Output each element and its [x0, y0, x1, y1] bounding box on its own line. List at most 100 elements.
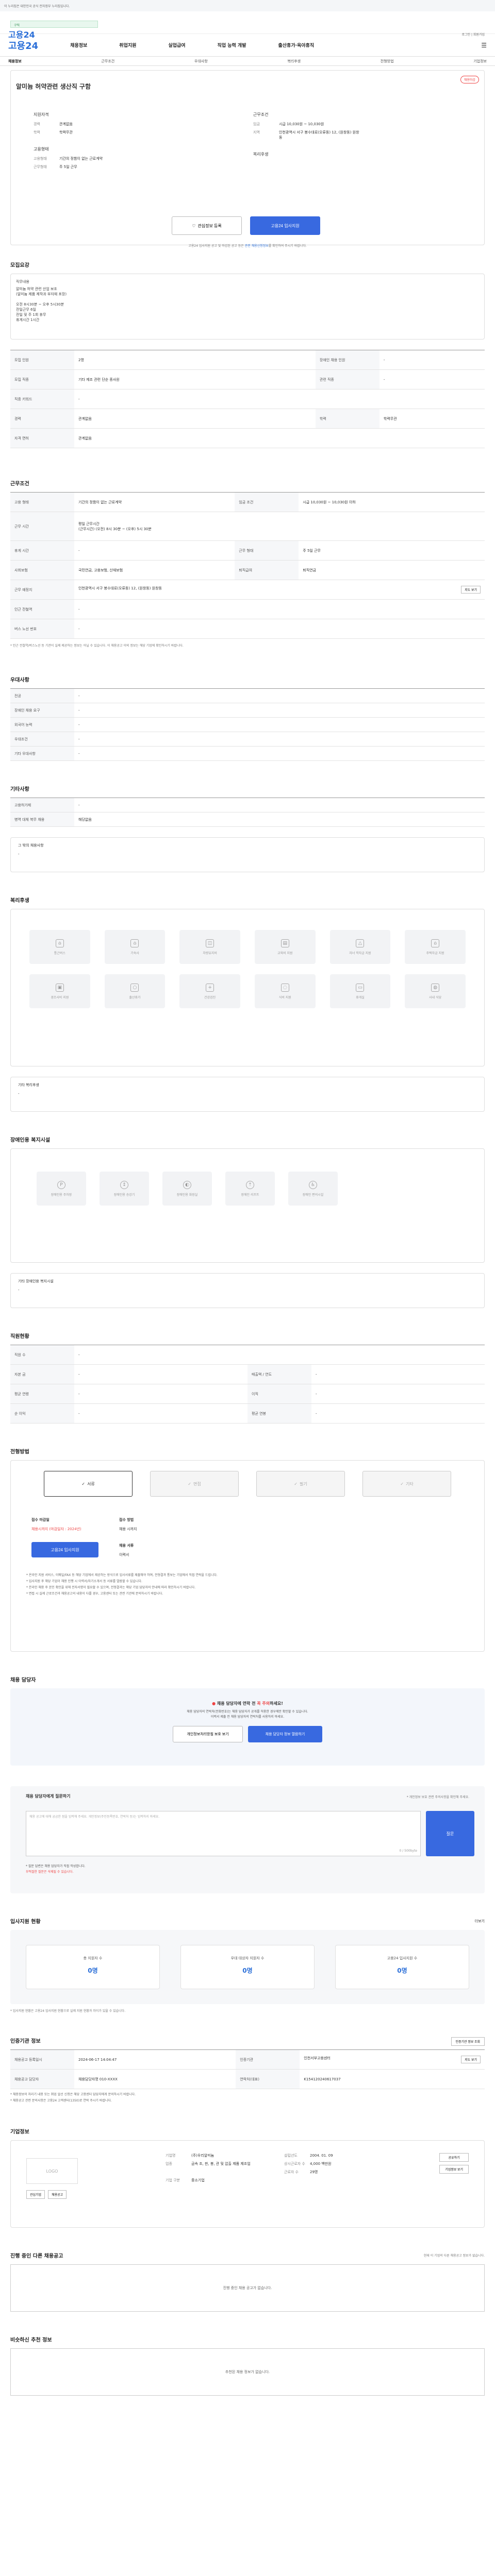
- row-label: 평균 연령: [10, 1384, 74, 1404]
- apply-button-2[interactable]: 고용24 입사지원: [31, 1542, 98, 1557]
- row-value: 기간의 정함이 없는 근로계약: [74, 492, 235, 512]
- warn-emphasis: 꼭 주의: [257, 1701, 270, 1706]
- label: 기업 구분: [166, 2178, 180, 2182]
- agency-table: 채용공고 등록일시 2024-06-17 14:04:47 인증기관 인천서부고용센터…: [10, 2049, 485, 2089]
- summary-note: 고용24 입사지원 공고 및 마감된 공고 등은 관련 채용신청정보를 확인하여…: [11, 243, 484, 248]
- gov-banner: 이 누리집은 대한민국 공식 전자정부 누리집입니다.: [0, 0, 495, 11]
- label: 지역: [253, 130, 260, 134]
- menu-icon[interactable]: ☰: [481, 42, 487, 49]
- view-manager-button[interactable]: 채용 담당자 정보 열람하기: [248, 1726, 322, 1742]
- table-row: 채용공고 담당자 채용담당자명 010-XXXX 연락처(대표) K154120240…: [10, 2069, 485, 2089]
- benefit-item: + 건강검진: [179, 974, 240, 1008]
- util-links[interactable]: 로그인 | 회원가입: [462, 32, 485, 37]
- row-value: 2명: [74, 350, 316, 370]
- company-detail-button[interactable]: 기업정보 보기: [439, 2165, 469, 2174]
- tab-conditions[interactable]: 근무조건: [101, 59, 114, 64]
- facilities-other-box: 기타 장애인용 복지시설 -: [10, 1273, 485, 1308]
- benefit-item: ◍ 사내 식당: [405, 974, 466, 1008]
- save-interest-button[interactable]: ♡ 관심정보 등록: [172, 216, 242, 235]
- nav-item[interactable]: 취업지원: [119, 42, 136, 48]
- map-button[interactable]: 지도 보기: [461, 586, 481, 594]
- more-link[interactable]: 더보기: [475, 1919, 485, 1924]
- section-title: 기업정보: [10, 2129, 29, 2135]
- value: 2004. 01. 09: [310, 2154, 333, 2158]
- stat-label: 고용24 입사지원 수: [387, 1956, 418, 1960]
- stat-label: 우대 대상자 지원자 수: [230, 1956, 265, 1960]
- row-value: -: [74, 599, 485, 619]
- company-actions: 공유하기 기업정보 보기: [439, 2153, 469, 2174]
- question-title: 채용 담당자에게 질문하기: [26, 1794, 71, 1799]
- byte-counter: 0 / 500byte: [399, 1849, 417, 1853]
- status-badge: 채용마감: [460, 76, 479, 83]
- apply-status-block: 더보기 총 지원자 수 0명 우대 대상자 지원자 수 0명 고용24 입사지원 수…: [10, 1919, 485, 2013]
- row-label: 모집 인원: [10, 350, 74, 370]
- table-row: 고용 형태 기간의 정함이 없는 근로계약 임금 조건 시급 10,030원 ~ 10…: [10, 492, 485, 512]
- tab-other[interactable]: ✓ 기타: [362, 1471, 451, 1497]
- row-value: -: [74, 1364, 248, 1384]
- tab-selection[interactable]: 전형방법: [381, 59, 394, 64]
- benefit-label: 통근버스: [54, 951, 65, 955]
- row-value: -: [379, 350, 485, 370]
- company-follow-button[interactable]: 관심기업: [26, 2190, 45, 2199]
- table-row: 자격 면허 관계없음: [10, 428, 485, 448]
- agency-lookup-button[interactable]: 인증기관 정보 조회: [451, 2037, 485, 2046]
- apply-button[interactable]: 고용24 입사지원: [250, 216, 320, 235]
- row-label: 휴게 시간: [10, 540, 74, 561]
- search-input[interactable]: 구직: [10, 21, 98, 28]
- benefits-other-box: 기타 복리후생 -: [10, 1077, 485, 1112]
- row-label: 장애인 채용 인원: [315, 350, 380, 370]
- benefit-label: 식비 지원: [278, 995, 291, 999]
- note-link[interactable]: 관련 채용신청정보: [245, 244, 269, 248]
- question-submit-button[interactable]: 질문: [426, 1811, 474, 1856]
- value: 관계없음: [59, 122, 73, 126]
- row-value: -: [74, 1384, 248, 1404]
- stat-value: 0명: [88, 1967, 98, 1974]
- tab-label: 면접: [193, 1481, 201, 1486]
- row-label: 외국어 능력: [10, 717, 74, 732]
- facility-item: ⇡ 장애인 리프트: [225, 1172, 275, 1206]
- logo[interactable]: 고용24: [8, 28, 35, 40]
- nav-item[interactable]: 채용정보: [70, 42, 87, 48]
- benefits-other-label: 기타 복리후생: [18, 1083, 39, 1087]
- gnb-logo[interactable]: 고용24: [8, 39, 38, 52]
- benefit-label: 차량유지비: [203, 951, 217, 955]
- agency-block: 인증기관 정보 조회 채용공고 등록일시 2024-06-17 14:04:47 인…: [10, 2037, 485, 2104]
- book-icon: ▤: [280, 939, 289, 947]
- nav-item[interactable]: 출산휴가·육아휴직: [278, 42, 315, 48]
- tab-recruit[interactable]: 채용정보: [8, 59, 22, 64]
- benefits-label: 복리후생: [253, 152, 269, 157]
- facilities-other-value: -: [18, 1288, 20, 1292]
- agency-map-button[interactable]: 지도 보기: [461, 2056, 481, 2063]
- tab-label: 기타: [405, 1481, 414, 1486]
- tab-documents[interactable]: ✓ 서류: [44, 1471, 133, 1497]
- label: 업종: [166, 2162, 172, 2166]
- car-icon: ◫: [206, 939, 214, 947]
- deadline-block: 접수 마감일 채용시까지 (마감일자 : 2024년) 고용24 입사지원: [31, 1517, 98, 1557]
- question-textarea[interactable]: 채용 공고에 대해 궁금한 점을 입력해 주세요. 개인정보(주민등록번호, 연…: [26, 1811, 421, 1856]
- question-card: 채용 담당자에게 질문하기 * 개인정보 보호 관련 주의사항을 확인해 주세요…: [10, 1786, 485, 1893]
- tab-written[interactable]: ✓ 필기: [256, 1471, 345, 1497]
- benefit-label: 교육비 지원: [277, 951, 293, 955]
- tab-interview[interactable]: ✓ 면접: [150, 1471, 239, 1497]
- value: 금속 조, 판, 봉, 관 및 압출 제품 제조업: [191, 2162, 251, 2166]
- table-row: 직원 수-: [10, 1345, 485, 1365]
- benefits-grid: ⌂ 통근버스 ⌂ 기숙사 ◫ 차량유지비 ▤ 교육비 지원 △ 자녀 학자금 지원 ⌂ 주택…: [29, 930, 466, 1008]
- meal-icon: ◌: [280, 983, 289, 992]
- tab-preference[interactable]: 우대사항: [194, 59, 208, 64]
- privacy-button[interactable]: 개인정보처리방침 보호 보기: [173, 1726, 243, 1742]
- table-row: 외국어 능력 -: [10, 717, 485, 732]
- value: (주)우리알미늄: [191, 2154, 214, 2158]
- baby-icon: ○: [130, 983, 139, 992]
- tab-company[interactable]: 기업정보: [473, 59, 487, 64]
- table-row: 버스 노선 번호 -: [10, 619, 485, 639]
- nav-item[interactable]: 직업 능력 개발: [218, 42, 246, 48]
- nav-item[interactable]: 실업급여: [168, 42, 185, 48]
- label: 고용형태: [34, 157, 47, 161]
- benefits-card: ⌂ 통근버스 ⌂ 기숙사 ◫ 차량유지비 ▤ 교육비 지원 △ 자녀 학자금 지원 ⌂ 주택…: [10, 909, 485, 1066]
- other-jobs-note: 현재 이 기업의 다른 채용공고 정보가 없습니다.: [423, 2254, 485, 2258]
- company-jobs-button[interactable]: 채용공고: [48, 2190, 67, 2199]
- desc-label: 직무내용: [16, 280, 29, 284]
- row-label: 기타 우대사항: [10, 746, 74, 761]
- tab-benefits[interactable]: 복리후생: [287, 59, 301, 64]
- share-button[interactable]: 공유하기: [439, 2153, 469, 2162]
